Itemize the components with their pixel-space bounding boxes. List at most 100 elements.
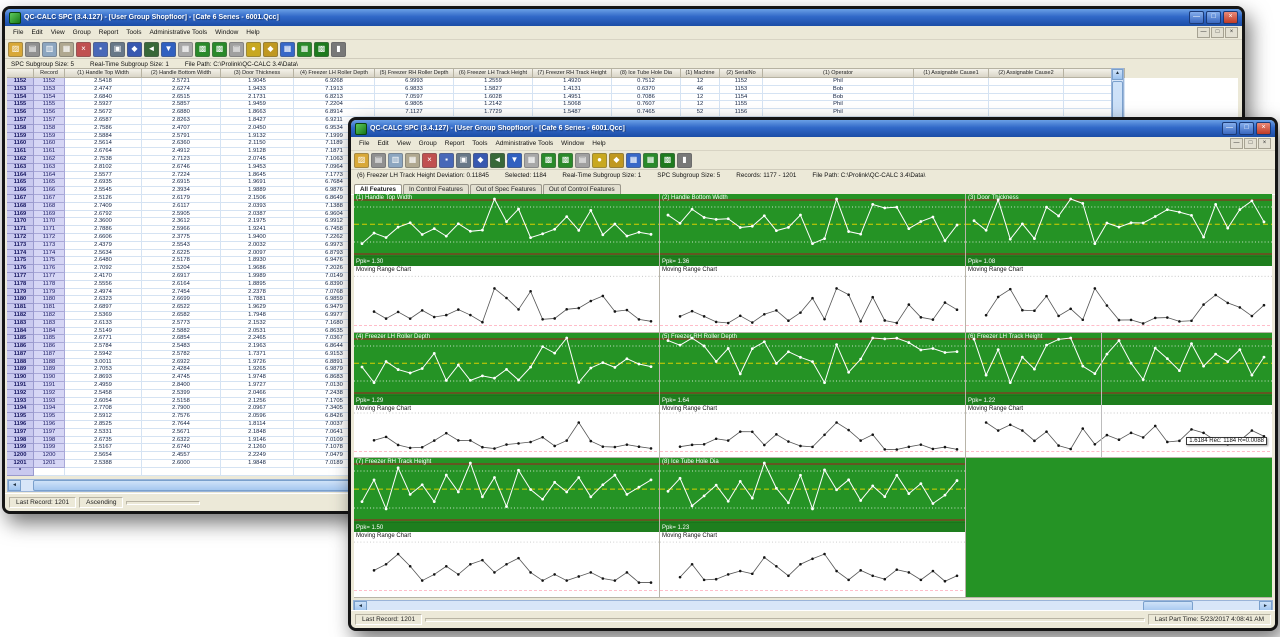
table-cell[interactable]: 2.7538 bbox=[65, 156, 142, 164]
table-cell[interactable]: 2.6587 bbox=[65, 117, 142, 125]
table-cell[interactable]: 1198 bbox=[34, 437, 65, 445]
table-cell[interactable]: 2.4912 bbox=[142, 148, 221, 156]
mr-chart-svg[interactable] bbox=[354, 405, 659, 455]
live-chart-icon[interactable]: ▩ bbox=[195, 42, 210, 57]
table-cell[interactable]: 6.8213 bbox=[294, 94, 375, 102]
row-header[interactable]: 1153 bbox=[7, 86, 34, 94]
row-header[interactable]: 1175 bbox=[7, 257, 34, 265]
table-cell[interactable]: 2.4974 bbox=[65, 289, 142, 297]
mdi-close-button[interactable]: × bbox=[1258, 138, 1271, 149]
table-cell[interactable]: 2.0387 bbox=[221, 211, 294, 219]
table-cell[interactable]: 1183 bbox=[34, 320, 65, 328]
table-cell[interactable]: 12 bbox=[681, 78, 720, 86]
table-cell[interactable]: Phil bbox=[763, 109, 914, 117]
table-cell[interactable]: 2.8525 bbox=[65, 421, 142, 429]
table-cell[interactable]: 2.6764 bbox=[65, 148, 142, 156]
back-window-titlebar[interactable]: QC-CALC SPC (3.4.127) - [User Group Shop… bbox=[5, 9, 1242, 26]
minimize-button[interactable]: — bbox=[1222, 122, 1237, 135]
table-cell[interactable]: 1171 bbox=[34, 226, 65, 234]
column-header[interactable]: (7) Freezer RH Track Height bbox=[533, 68, 612, 78]
table-cell[interactable]: 1.9848 bbox=[221, 460, 294, 468]
table-cell[interactable]: 1.7881 bbox=[221, 296, 294, 304]
table-cell[interactable]: 0.7086 bbox=[612, 94, 681, 102]
table-cell[interactable]: 2.5721 bbox=[142, 78, 221, 86]
table-cell[interactable]: 2.6746 bbox=[142, 164, 221, 172]
table-cell[interactable]: 6.9805 bbox=[375, 101, 454, 109]
wrench-icon[interactable]: ◆ bbox=[263, 42, 278, 57]
row-header[interactable]: 1179 bbox=[7, 289, 34, 297]
table-cell[interactable]: 2.8102 bbox=[65, 164, 142, 172]
mdi-restore-button[interactable]: □ bbox=[1211, 27, 1224, 38]
table-cell[interactable]: 2.7092 bbox=[65, 265, 142, 273]
table-cell[interactable]: 7.0597 bbox=[375, 94, 454, 102]
xbar-chart-svg[interactable] bbox=[660, 458, 965, 532]
table-cell[interactable]: 1.9989 bbox=[221, 273, 294, 281]
row-header[interactable]: 1189 bbox=[7, 366, 34, 374]
row-header[interactable]: 1166 bbox=[7, 187, 34, 195]
excel-icon[interactable]: ▩ bbox=[314, 42, 329, 57]
table-cell[interactable]: 2.6771 bbox=[65, 335, 142, 343]
table-cell[interactable]: 2.4284 bbox=[142, 366, 221, 374]
column-header[interactable]: (1) Handle Top Width bbox=[65, 68, 142, 78]
column-header[interactable]: Record bbox=[34, 68, 65, 78]
table-cell[interactable]: 6.9993 bbox=[375, 78, 454, 86]
table-cell[interactable]: 6.9833 bbox=[375, 86, 454, 94]
table-cell[interactable]: 2.5369 bbox=[65, 312, 142, 320]
tab-in-control-features[interactable]: In Control Features bbox=[403, 184, 469, 194]
table-cell[interactable]: 2.6699 bbox=[142, 296, 221, 304]
table-cell[interactable]: 2.5966 bbox=[142, 226, 221, 234]
front-window[interactable]: QC-CALC SPC (3.4.127) - [User Group Shop… bbox=[348, 117, 1278, 631]
usb-icon[interactable]: ▮ bbox=[677, 153, 692, 168]
table-cell[interactable] bbox=[914, 78, 989, 86]
open-folder-icon[interactable]: ▨ bbox=[354, 153, 369, 168]
column-header[interactable]: (2) SerialNo bbox=[720, 68, 763, 78]
table-cell[interactable]: 1170 bbox=[34, 218, 65, 226]
row-header[interactable]: 1193 bbox=[7, 398, 34, 406]
table-cell[interactable]: 2.7900 bbox=[142, 405, 221, 413]
table-cell[interactable] bbox=[142, 468, 221, 476]
tab-all-features[interactable]: All Features bbox=[354, 184, 402, 194]
table-cell[interactable]: 2.4745 bbox=[142, 374, 221, 382]
table-cell[interactable]: 2.5418 bbox=[65, 78, 142, 86]
table-cell[interactable]: 2.4747 bbox=[65, 86, 142, 94]
table-cell[interactable]: 2.6179 bbox=[142, 195, 221, 203]
pin-icon[interactable]: ▪ bbox=[439, 153, 454, 168]
table-cell[interactable]: 1182 bbox=[34, 312, 65, 320]
table-cell[interactable]: 2.6897 bbox=[65, 304, 142, 312]
column-header[interactable]: (2) Assignable Cause2 bbox=[989, 68, 1064, 78]
table-cell[interactable]: 1.9128 bbox=[221, 148, 294, 156]
table-cell[interactable]: 1.9727 bbox=[221, 382, 294, 390]
table-cell[interactable]: 2.1260 bbox=[221, 444, 294, 452]
table-cell[interactable]: 2.5614 bbox=[65, 140, 142, 148]
table-cell[interactable]: 2.1256 bbox=[221, 398, 294, 406]
table-cell[interactable]: 2.0032 bbox=[221, 242, 294, 250]
table-cell[interactable]: 2.0466 bbox=[221, 390, 294, 398]
table-cell[interactable]: 2.6515 bbox=[142, 94, 221, 102]
table-cell[interactable]: 2.5782 bbox=[142, 351, 221, 359]
table-cell[interactable]: 1184 bbox=[34, 328, 65, 336]
table-cell[interactable]: 2.0745 bbox=[221, 156, 294, 164]
table-cell[interactable]: 1.6028 bbox=[454, 94, 533, 102]
filter-icon[interactable]: ▼ bbox=[161, 42, 176, 57]
table-cell[interactable]: 2.5927 bbox=[65, 101, 142, 109]
menu-view[interactable]: View bbox=[47, 29, 69, 36]
spc-chart-cell[interactable]: (8) Ice Tube Hole DiaPpk= 1.23Moving Ran… bbox=[660, 458, 965, 597]
table-cell[interactable]: 2.0596 bbox=[221, 413, 294, 421]
menu-administrative-tools[interactable]: Administrative Tools bbox=[145, 29, 211, 36]
mr-chart-svg[interactable] bbox=[660, 405, 965, 455]
maximize-button[interactable]: □ bbox=[1239, 122, 1254, 135]
table-cell[interactable]: 1188 bbox=[34, 359, 65, 367]
table-cell[interactable]: 7.1913 bbox=[294, 86, 375, 94]
table-cell[interactable]: 2.6000 bbox=[142, 460, 221, 468]
table-cell[interactable]: 1.2142 bbox=[454, 101, 533, 109]
row-header[interactable]: 1180 bbox=[7, 296, 34, 304]
menu-group[interactable]: Group bbox=[69, 29, 95, 36]
row-header[interactable]: 1183 bbox=[7, 320, 34, 328]
table-cell[interactable]: 2.6322 bbox=[142, 437, 221, 445]
notes-icon[interactable]: ● bbox=[592, 153, 607, 168]
row-header[interactable]: 1162 bbox=[7, 156, 34, 164]
table-cell[interactable]: 1174 bbox=[34, 250, 65, 258]
scroll-left-arrow[interactable]: ◄ bbox=[8, 480, 21, 491]
table-cell[interactable] bbox=[914, 101, 989, 109]
table-cell[interactable]: 2.5388 bbox=[65, 460, 142, 468]
